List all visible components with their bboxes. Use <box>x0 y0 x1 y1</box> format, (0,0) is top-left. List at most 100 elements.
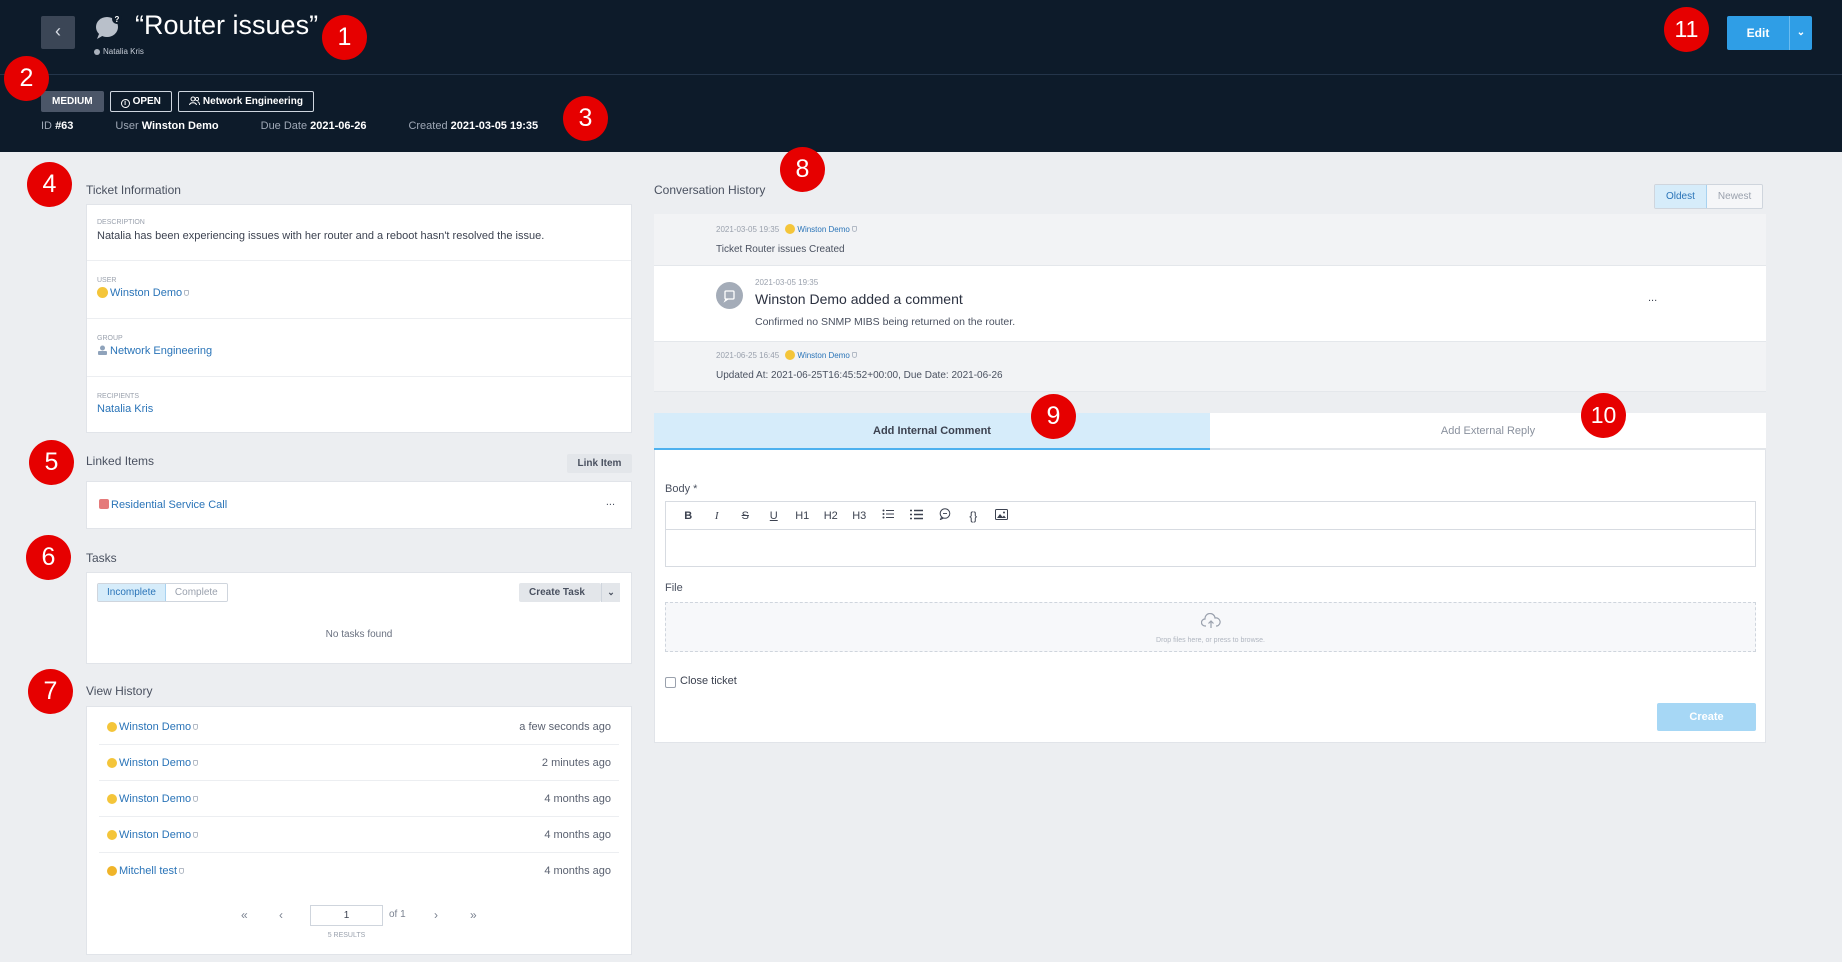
user-avatar-icon <box>97 287 108 298</box>
description-row: DESCRIPTION Natalia has been experiencin… <box>87 205 631 261</box>
linked-item[interactable]: Residential Service Call <box>99 499 227 511</box>
sort-oldest-button[interactable]: Oldest <box>1655 185 1707 208</box>
pager-last-button[interactable]: » <box>470 908 477 922</box>
ticket-badges: MEDIUM i OPEN Network Engineering <box>41 91 314 112</box>
user-avatar-icon <box>785 224 796 234</box>
event-text: Ticket Router issues Created <box>716 244 845 255</box>
linked-items-title: Linked Items <box>86 454 155 468</box>
user-avatar-icon <box>785 350 796 360</box>
back-button[interactable]: ‹ <box>41 16 75 49</box>
comment-heading: Winston Demo added a comment <box>755 291 963 307</box>
info-circle-icon: i <box>120 99 130 108</box>
ticket-info-title: Ticket Information <box>86 183 181 197</box>
annotation-marker-9: 9 <box>1031 394 1076 439</box>
pager-of-label: of 1 <box>389 909 406 920</box>
create-button[interactable]: Create <box>1657 703 1756 731</box>
edit-dropdown-chevron-icon[interactable]: ⌄ <box>1789 16 1812 50</box>
user-link[interactable]: Winston Demo <box>97 287 190 299</box>
viewer-link[interactable]: Winston Demo <box>107 793 199 805</box>
comment-body-editor[interactable] <box>665 530 1756 567</box>
pager-first-button[interactable]: « <box>241 908 248 922</box>
pager-next-button[interactable]: › <box>434 908 438 922</box>
page-number-input[interactable]: 1 <box>310 905 383 926</box>
ticket-header: ‹ ? “Router issues” Natalia Kris Edit ⌄ … <box>0 0 1842 152</box>
dropzone-text: Drop files here, or press to browse. <box>1156 637 1265 644</box>
description-text: Natalia has been experiencing issues wit… <box>97 230 545 242</box>
view-time: 4 months ago <box>544 829 611 841</box>
group-label: GROUP <box>97 335 123 342</box>
code-block-button[interactable]: {} <box>959 509 988 523</box>
bullet-list-icon[interactable] <box>874 509 903 522</box>
recipients-row: RECIPIENTS Natalia Kris <box>87 377 631 434</box>
comment-time: 2021-03-05 19:35 <box>755 278 819 287</box>
annotation-marker-10: 10 <box>1581 393 1626 438</box>
view-history-row: Mitchell test 4 months ago <box>99 853 619 889</box>
create-task-button[interactable]: Create Task ⌄ <box>519 583 620 602</box>
ticket-owner: Natalia Kris <box>94 47 144 56</box>
ticket-title: “Router issues” <box>135 10 319 40</box>
comment-avatar-icon <box>716 282 743 309</box>
image-icon[interactable] <box>988 508 1017 523</box>
recipient-link[interactable]: Natalia Kris <box>97 403 153 415</box>
bold-button[interactable]: B <box>674 510 703 522</box>
tasks-empty-message: No tasks found <box>325 629 393 640</box>
numbered-list-icon[interactable] <box>902 509 931 523</box>
meta-id: ID #63 <box>41 120 74 132</box>
edit-button[interactable]: Edit ⌄ <box>1727 16 1812 50</box>
event-meta: 2021-06-25 16:45 Winston Demo <box>716 350 857 360</box>
tab-complete[interactable]: Complete <box>165 584 227 601</box>
shield-icon <box>193 796 199 802</box>
shield-icon <box>851 226 857 232</box>
italic-button[interactable]: I <box>703 510 732 522</box>
sort-newest-button[interactable]: Newest <box>1706 185 1763 208</box>
close-ticket-checkbox[interactable] <box>665 677 676 688</box>
underline-button[interactable]: U <box>760 510 789 522</box>
linked-item-more-button[interactable]: ... <box>606 496 615 508</box>
user-row: USER Winston Demo <box>87 261 631 319</box>
pager-prev-button[interactable]: ‹ <box>279 908 283 922</box>
view-history-row: Winston Demo 2 minutes ago <box>99 745 619 781</box>
viewer-link[interactable]: Mitchell test <box>107 865 185 877</box>
view-history-row: Winston Demo a few seconds ago <box>99 709 619 745</box>
tab-incomplete[interactable]: Incomplete <box>98 584 166 601</box>
view-time: a few seconds ago <box>519 721 611 733</box>
group-link[interactable]: Network Engineering <box>97 345 212 357</box>
user-avatar-icon <box>107 794 117 804</box>
chat-bubble-icon: ? <box>96 14 122 39</box>
service-call-icon <box>99 499 109 509</box>
annotation-marker-11: 11 <box>1664 7 1709 52</box>
cloud-upload-icon <box>1201 613 1221 628</box>
comment-body: Confirmed no SNMP MIBS being returned on… <box>755 316 1016 328</box>
comment-more-button[interactable]: ... <box>1648 292 1657 304</box>
heading-2-button[interactable]: H2 <box>817 510 846 522</box>
view-time: 2 minutes ago <box>541 757 611 769</box>
users-icon <box>188 96 200 106</box>
results-count: 5 RESULTS <box>327 932 366 939</box>
event-user-link[interactable]: Winston Demo <box>797 351 849 360</box>
event-user-link[interactable]: Winston Demo <box>797 225 849 234</box>
quote-icon[interactable] <box>931 508 960 523</box>
heading-1-button[interactable]: H1 <box>788 510 817 522</box>
strikethrough-button[interactable]: S <box>731 510 760 522</box>
linked-items-card: Residential Service Call ... <box>86 481 632 529</box>
shield-icon <box>851 352 857 358</box>
tab-add-external-reply[interactable]: Add External Reply <box>1210 413 1766 450</box>
viewer-link[interactable]: Winston Demo <box>107 829 199 841</box>
annotation-marker-7: 7 <box>28 669 73 714</box>
heading-3-button[interactable]: H3 <box>845 510 874 522</box>
viewer-link[interactable]: Winston Demo <box>107 757 199 769</box>
recipients-label: RECIPIENTS <box>97 393 140 400</box>
ticket-info-card: DESCRIPTION Natalia has been experiencin… <box>86 204 632 433</box>
viewer-link[interactable]: Winston Demo <box>107 721 199 733</box>
tab-add-internal-comment[interactable]: Add Internal Comment <box>654 413 1210 450</box>
view-history-row: Winston Demo 4 months ago <box>99 781 619 817</box>
link-item-button[interactable]: Link Item <box>567 454 632 473</box>
file-dropzone[interactable]: Drop files here, or press to browse. <box>665 602 1756 652</box>
edit-button-label[interactable]: Edit <box>1727 16 1789 50</box>
group-icon <box>98 345 107 355</box>
annotation-marker-3: 3 <box>563 96 608 141</box>
annotation-marker-1: 1 <box>322 15 367 60</box>
create-task-chevron-icon[interactable]: ⌄ <box>601 583 620 602</box>
group-badge: Network Engineering <box>177 91 314 112</box>
file-label: File <box>665 582 683 594</box>
